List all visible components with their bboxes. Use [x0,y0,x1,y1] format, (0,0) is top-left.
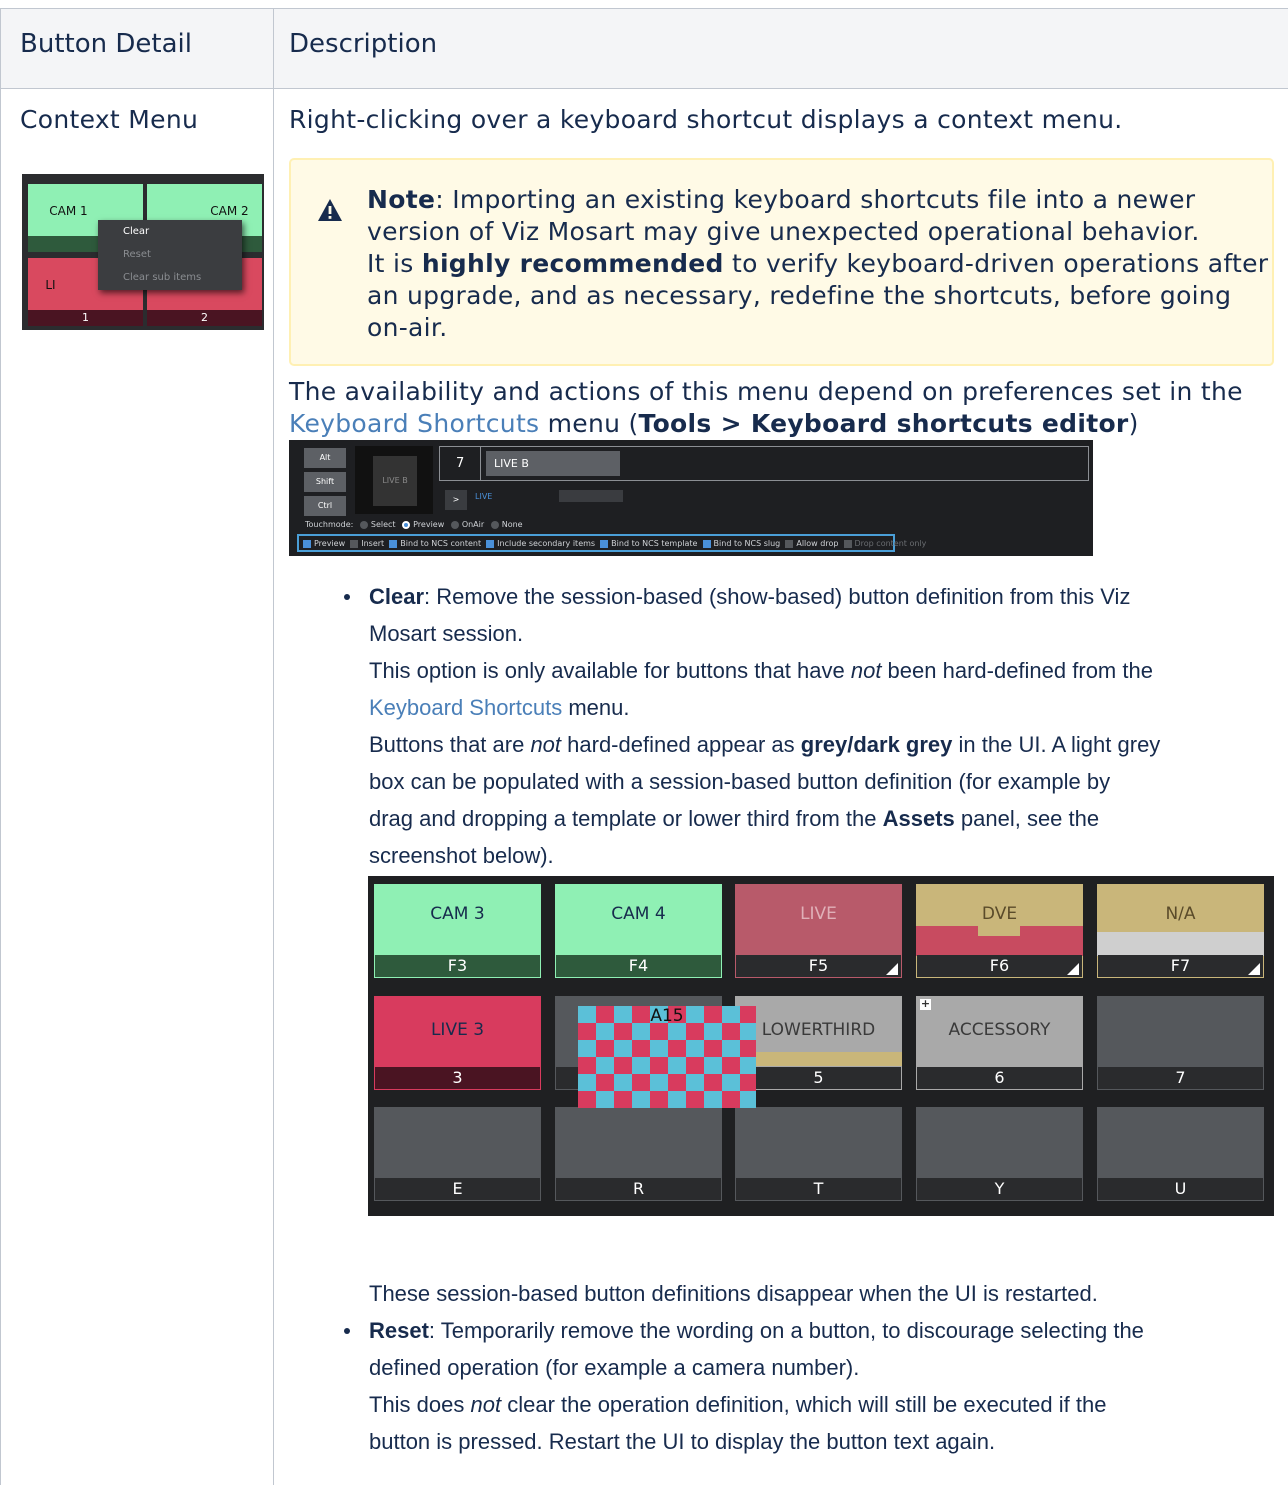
live-dropdown[interactable] [559,490,623,502]
table-border-left [0,9,1,1485]
note-line-5: on-air. [367,313,448,342]
button-grid-screenshot: CAM 3 F3 CAM 4 F4 LIVE F5 DVE F6 N/A F7 … [368,876,1274,1216]
touchmode-row: Touchmode: Select Preview OnAir None [305,520,523,529]
grid-button-cam3: CAM 3 F3 [374,884,541,978]
grid-button-live: LIVE F5 [735,884,902,978]
header-button-detail: Button Detail [20,29,192,59]
keyboard-shortcuts-editor-screenshot: Alt Shift Ctrl LIVE B 7 LIVE B > LIVE To… [289,440,1093,556]
availability-text-1: The availability and actions of this men… [289,377,1243,406]
intro-text: Right-clicking over a keyboard shortcut … [289,105,1123,134]
reset-line-3: This does not clear the operation defini… [369,1392,1107,1417]
key-name-field[interactable]: LIVE B [486,451,620,476]
reset-line-1: Reset: Temporarily remove the wording on… [369,1318,1144,1343]
grid-button-dve: DVE F6 [916,884,1083,978]
clear-line-8: screenshot below). [369,843,554,868]
options-highlight: Preview Insert Bind to NCS content Inclu… [297,534,926,552]
plus-icon: + [920,997,931,1010]
context-menu: Clear Reset Clear sub items [98,220,242,290]
expand-button[interactable]: > [445,490,467,510]
table-column-divider [273,9,274,1485]
modifier-alt[interactable]: Alt [304,448,346,468]
note-line-3: It is highly recommended to verify keybo… [367,249,1269,278]
grid-button-7: 7 [1097,996,1264,1090]
availability-text-2: Keyboard Shortcuts menu (Tools > Keyboar… [289,409,1139,438]
live-label: LIVE [475,492,493,501]
grid-button-e: E [374,1107,541,1201]
row-label-context-menu: Context Menu [20,105,199,134]
reset-line-4: button is pressed. Restart the UI to dis… [369,1429,996,1454]
grid-button-accessory: + ACCESSORY 6 [916,996,1083,1090]
note-line-1: Note: Importing an existing keyboard sho… [367,185,1196,214]
note-line-2: version of Viz Mosart may give unexpecte… [367,217,1200,246]
grid-button-lowerthird: LOWERTHIRD 5 [735,996,902,1090]
keyboard-shortcuts-link[interactable]: Keyboard Shortcuts [289,409,539,438]
grid-button-r: R [555,1107,722,1201]
clear-line-6: box can be populated with a session-base… [369,769,1111,794]
table-header: Button Detail Description [0,9,1288,89]
grid-button-na: N/A F7 [1097,884,1264,978]
note-panel: Note: Importing an existing keyboard sho… [289,158,1274,366]
clear-line-4: Keyboard Shortcuts menu. [369,695,630,720]
button-preview: LIVE B [355,446,433,514]
grid-button-cam4: CAM 4 F4 [555,884,722,978]
header-description: Description [289,29,438,59]
options-row: Preview Insert Bind to NCS content Inclu… [303,539,926,548]
context-menu-thumbnail: CAM 1 CAM 2 LI 1 2 Clear Reset Clear sub… [22,174,264,330]
modifier-shift[interactable]: Shift [304,472,346,492]
reset-line-2: defined operation (for example a camera … [369,1355,860,1380]
clear-line-2: Mosart session. [369,621,524,646]
grid-button-y: Y [916,1107,1083,1201]
key-row: 7 LIVE B [439,446,1089,481]
note-line-4: an upgrade, and as necessary, redefine t… [367,281,1232,310]
clear-line-7: drag and dropping a template or lower th… [369,806,1100,831]
grid-button-t: T [735,1107,902,1201]
warning-icon [318,199,342,221]
modifier-ctrl[interactable]: Ctrl [304,496,346,516]
context-menu-item-clear[interactable]: Clear [123,226,149,237]
grid-button-live3: LIVE 3 3 [374,996,541,1090]
clear-line-1: Clear: Remove the session-based (show-ba… [369,584,1131,609]
keyboard-shortcuts-link-2[interactable]: Keyboard Shortcuts [369,695,562,720]
bullet-clear [344,594,350,600]
context-menu-item-clear-sub-items[interactable]: Clear sub items [123,272,201,283]
context-menu-item-reset[interactable]: Reset [123,249,151,260]
bullet-reset [344,1328,350,1334]
clear-after-text: These session-based button definitions d… [369,1281,1098,1306]
clear-line-3: This option is only available for button… [369,658,1153,683]
clear-line-5: Buttons that are not hard-defined appear… [369,732,1161,757]
grid-button-u: U [1097,1107,1264,1201]
dragged-item-a15: A15 [578,1006,756,1108]
